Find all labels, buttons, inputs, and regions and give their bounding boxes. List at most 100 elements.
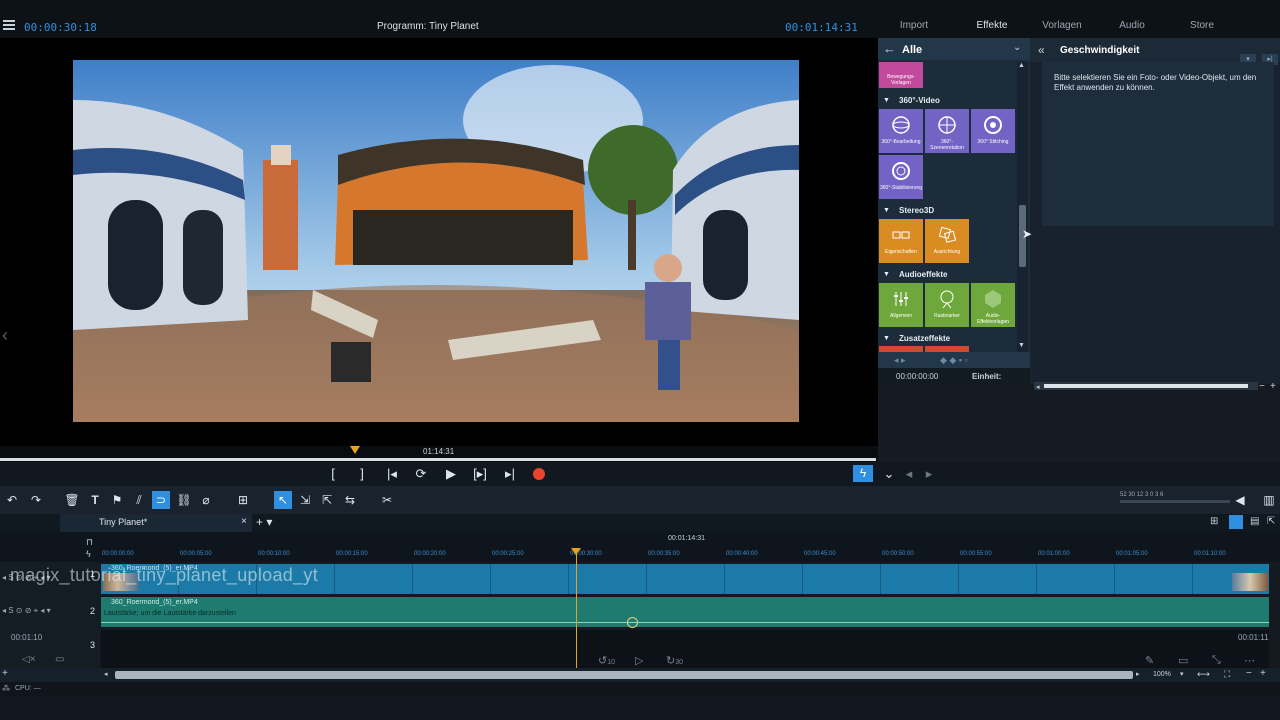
menu-icon[interactable] bbox=[3, 20, 15, 30]
tile-rastmarker[interactable]: Rastmarker bbox=[925, 283, 969, 327]
project-tab-label[interactable]: Tiny Planet* bbox=[99, 517, 147, 527]
tab-effekte[interactable]: Effekte bbox=[962, 20, 1022, 31]
stretch-tool-icon[interactable]: ⇱ bbox=[318, 491, 336, 509]
pointer-tool-icon[interactable]: ↖ bbox=[274, 491, 292, 509]
collapse-left-icon[interactable]: « bbox=[1038, 43, 1045, 57]
record-button[interactable] bbox=[533, 468, 545, 480]
keyframe-tools-icon[interactable]: ◆ ◆ ▪ ▫ bbox=[940, 355, 968, 366]
play-small-icon[interactable]: ▷ bbox=[635, 654, 643, 667]
loop-button[interactable]: ⟳ bbox=[409, 464, 433, 484]
section-zusatzeffekte[interactable]: Zusatzeffekte bbox=[899, 334, 950, 343]
tab-project[interactable] bbox=[60, 514, 252, 532]
pencil-icon[interactable]: ✎ bbox=[1145, 654, 1154, 667]
marker-flag-icon[interactable]: ⚑ bbox=[108, 491, 126, 509]
chevron-down-icon[interactable]: ⌄ bbox=[1013, 42, 1021, 53]
add-tab-icon[interactable]: + ▾ bbox=[256, 515, 272, 529]
track2-controls[interactable]: ◂ S ⊙ ⊘ ⌖ ◂ ▾ bbox=[2, 606, 51, 616]
tile-ausrichtung[interactable]: Ausrichtung bbox=[925, 219, 969, 263]
link-icon[interactable]: ⛓ bbox=[175, 491, 193, 509]
mixer-icon[interactable]: ▥ bbox=[1260, 491, 1278, 509]
section-stereo3d[interactable]: Stereo3D bbox=[899, 206, 934, 215]
expand-timeline-icon[interactable]: ⇱ bbox=[1267, 516, 1275, 527]
skip-forward-icon[interactable]: ↻30 bbox=[666, 654, 683, 667]
scroll-down-icon[interactable]: ▼ bbox=[1018, 342, 1025, 349]
section-toggle-icon[interactable]: ▼ bbox=[883, 97, 890, 104]
volume-handle[interactable] bbox=[627, 617, 638, 628]
fit-screen-icon[interactable]: ⛶ bbox=[1224, 669, 1230, 680]
empty-track[interactable] bbox=[101, 630, 1269, 668]
undo-icon[interactable]: ↶ bbox=[3, 491, 21, 509]
tile-360-stitching[interactable]: 360° Stitching bbox=[971, 109, 1015, 153]
effects-category[interactable]: Alle bbox=[902, 44, 922, 56]
zoom-level[interactable]: 100% bbox=[1153, 671, 1171, 678]
fit-width-icon[interactable]: ⟷ bbox=[1197, 669, 1210, 680]
timeline-zoom-out-icon[interactable]: − bbox=[1246, 668, 1252, 679]
scroll-up-icon[interactable]: ▲ bbox=[1018, 62, 1025, 69]
timeline-view-icon[interactable] bbox=[1229, 515, 1243, 529]
flash-icon[interactable]: ϟ bbox=[853, 465, 873, 482]
tile-allgemein[interactable]: Allgemein bbox=[879, 283, 923, 327]
storyboard-view-icon[interactable]: ⊞ bbox=[1210, 516, 1218, 527]
section-audioeffekte[interactable]: Audioeffekte bbox=[899, 270, 947, 279]
nav-arrows-icon[interactable]: ◂ ▸ bbox=[894, 355, 906, 366]
delete-icon[interactable]: 🗑 bbox=[63, 491, 81, 509]
add-track-icon[interactable]: + bbox=[2, 668, 8, 679]
section-toggle-icon[interactable]: ▼ bbox=[883, 335, 890, 342]
timeline-zoom-in-icon[interactable]: + bbox=[1260, 668, 1266, 679]
redo-arrow-icon[interactable]: ▸ bbox=[917, 464, 941, 484]
snap-icon[interactable]: ϟ bbox=[86, 549, 91, 559]
section-toggle-icon[interactable]: ▼ bbox=[883, 271, 890, 278]
lock-icon[interactable]: ⊓ bbox=[86, 537, 93, 548]
scene-view-icon[interactable]: ▤ bbox=[1250, 516, 1259, 527]
tab-store[interactable]: Store bbox=[1172, 20, 1232, 31]
insert-mode-icon[interactable]: ⊞ bbox=[234, 491, 252, 509]
timeline-scroll-thumb[interactable] bbox=[115, 671, 1133, 679]
comment-icon[interactable]: ▭ bbox=[55, 654, 64, 665]
tab-import[interactable]: Import bbox=[884, 20, 944, 31]
in-point-button[interactable]: [ bbox=[321, 464, 345, 484]
mute-icon[interactable]: ◁× bbox=[22, 654, 36, 665]
redo-icon[interactable]: ↷ bbox=[27, 491, 45, 509]
play-button[interactable]: ▶ bbox=[439, 464, 463, 484]
skip-back-icon[interactable]: ↺10 bbox=[598, 654, 615, 667]
scrub-marker-icon[interactable] bbox=[350, 446, 360, 454]
cut-tool-icon[interactable]: ✂ bbox=[378, 491, 396, 509]
back-arrow-icon[interactable]: ← bbox=[883, 41, 896, 56]
tile-audio-effektvorlagen[interactable]: Audio-Effektvorlagen bbox=[971, 283, 1015, 327]
previous-arrow-icon[interactable]: ‹ bbox=[2, 325, 8, 346]
section-360-video[interactable]: 360°-Video bbox=[899, 96, 940, 105]
tile-bewegungs-vorlagen[interactable]: Bewegungs-Vorlagen bbox=[879, 62, 923, 88]
tile-360-szenenrotation[interactable]: 360°-Szenenrotation bbox=[925, 109, 969, 153]
play-range-button[interactable]: [▸] bbox=[468, 464, 492, 484]
jump-end-button[interactable]: ▸| bbox=[498, 464, 522, 484]
tab-audio[interactable]: Audio bbox=[1102, 20, 1162, 31]
shrink-icon[interactable]: ⤡ bbox=[1212, 654, 1221, 667]
section-toggle-icon[interactable]: ▼ bbox=[883, 207, 890, 214]
close-icon[interactable]: × bbox=[241, 516, 247, 527]
range-tool-icon[interactable]: ⇲ bbox=[296, 491, 314, 509]
scrub-track[interactable] bbox=[0, 458, 876, 461]
title-text-icon[interactable]: T bbox=[86, 491, 104, 509]
split-icon[interactable]: ⫽ bbox=[130, 491, 148, 509]
volume-curve[interactable] bbox=[101, 622, 1269, 623]
magnet-icon[interactable]: ⊃ bbox=[152, 491, 170, 509]
tile-360-bearbeitung[interactable]: 360°-Bearbeitung bbox=[879, 109, 923, 153]
timeline-ruler[interactable] bbox=[0, 532, 1280, 562]
tab-vorlagen[interactable]: Vorlagen bbox=[1032, 20, 1092, 31]
playhead[interactable] bbox=[576, 552, 577, 668]
ruler-tick: 00:00:25:00 bbox=[492, 551, 524, 557]
out-point-button[interactable]: ] bbox=[350, 464, 374, 484]
zoom-dropdown-icon[interactable]: ▾ bbox=[1180, 670, 1184, 678]
properties-scroll-thumb[interactable] bbox=[1044, 384, 1248, 388]
more-icon[interactable]: ⋯ bbox=[1244, 654, 1255, 667]
tile-eigenschaften[interactable]: Eigenschaften bbox=[879, 219, 923, 263]
monitor-icon[interactable]: ▭ bbox=[1178, 654, 1188, 667]
scroll-left-icon[interactable]: ◂ bbox=[104, 670, 108, 678]
scroll-right-icon[interactable]: ▸ bbox=[1136, 670, 1140, 678]
ripple-tool-icon[interactable]: ⇆ bbox=[341, 491, 359, 509]
jump-start-button[interactable]: |◂ bbox=[380, 464, 404, 484]
audio-clip-label[interactable]: 360_Roermond_(5)_er.MP4 bbox=[111, 599, 198, 606]
tile-360-stabilisierung[interactable]: 360°-Stabilisierung bbox=[879, 155, 923, 199]
speaker-icon[interactable]: ◀ bbox=[1231, 491, 1249, 509]
unlink-icon[interactable]: ⌀ bbox=[197, 491, 215, 509]
